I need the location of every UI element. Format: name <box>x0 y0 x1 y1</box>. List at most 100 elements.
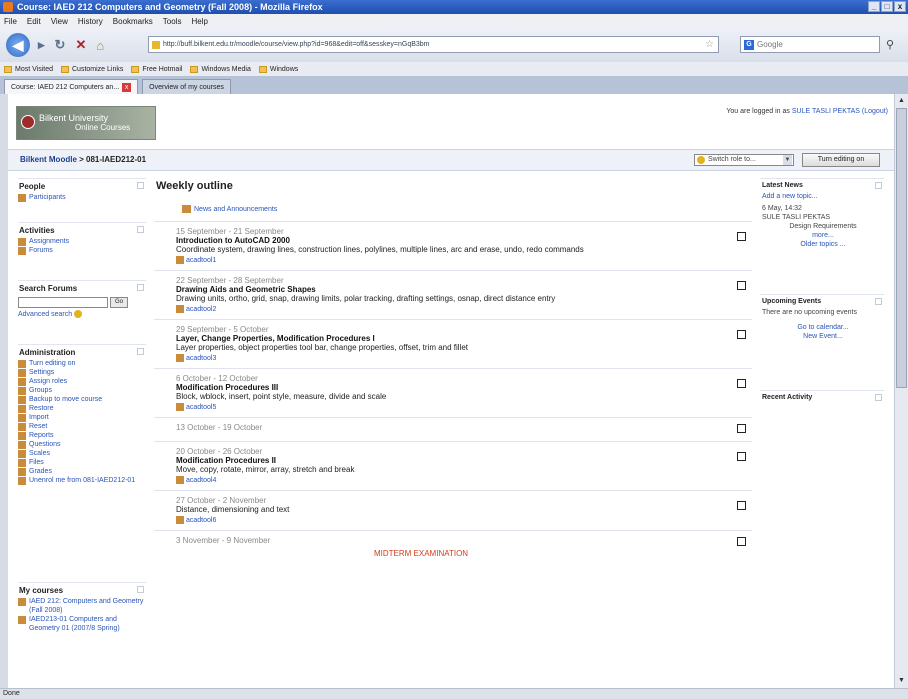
admin-groups[interactable]: Groups <box>18 386 146 395</box>
admin-files[interactable]: Files <box>18 458 146 467</box>
more-link[interactable]: more... <box>760 231 884 240</box>
forums-link[interactable]: Forums <box>18 246 146 255</box>
tab-overview[interactable]: Overview of my courses <box>142 79 231 94</box>
switch-role-select[interactable]: Switch role to... ▼ <box>694 154 794 166</box>
collapse-icon[interactable] <box>137 348 144 355</box>
assignments-link[interactable]: Assignments <box>18 237 146 246</box>
show-week-checkbox[interactable] <box>737 232 746 241</box>
forum-search-go-button[interactable]: Go <box>110 297 128 308</box>
admin-backup[interactable]: Backup to move course <box>18 395 146 404</box>
restore-icon <box>18 405 26 413</box>
tab-course[interactable]: Course: IAED 212 Computers an... x <box>4 79 139 94</box>
admin-grades[interactable]: Grades <box>18 467 146 476</box>
search-box[interactable]: G Google <box>740 36 880 53</box>
admin-turn-editing[interactable]: Turn editing on <box>18 359 146 368</box>
bookmark-item[interactable]: Windows Media <box>190 65 251 73</box>
admin-reset[interactable]: Reset <box>18 422 146 431</box>
collapse-icon[interactable] <box>875 298 882 305</box>
breadcrumb-home[interactable]: Bilkent Moodle <box>20 155 77 164</box>
groups-icon <box>18 387 26 395</box>
collapse-icon[interactable] <box>137 226 144 233</box>
bookmark-item[interactable]: Free Hotmail <box>131 65 182 73</box>
bookmarks-toolbar: Most Visited Customize Links Free Hotmai… <box>0 62 908 76</box>
resource-link[interactable]: acadtool4 <box>176 476 748 484</box>
google-icon: G <box>744 40 754 50</box>
backup-icon <box>18 396 26 404</box>
collapse-icon[interactable] <box>137 586 144 593</box>
show-week-checkbox[interactable] <box>737 379 746 388</box>
grades-icon <box>18 468 26 476</box>
bookmark-item[interactable]: Windows <box>258 65 298 73</box>
bookmark-item[interactable]: Customize Links <box>61 65 123 73</box>
minimize-button[interactable]: _ <box>868 1 880 12</box>
stop-button[interactable]: ✕ <box>75 37 86 53</box>
show-week-checkbox[interactable] <box>737 452 746 461</box>
menu-bookmarks[interactable]: Bookmarks <box>113 17 153 26</box>
home-button[interactable]: ⌂ <box>96 38 104 53</box>
collapse-icon[interactable] <box>137 182 144 189</box>
course-link[interactable]: IAED213-01 Computers and Geometry 01 (20… <box>18 615 146 633</box>
admin-unenrol[interactable]: Unenrol me from 081-IAED212-01 <box>18 476 146 485</box>
menu-help[interactable]: Help <box>191 17 207 26</box>
menu-file[interactable]: File <box>4 17 17 26</box>
show-week-checkbox[interactable] <box>737 330 746 339</box>
forward-button[interactable]: ▸ <box>38 37 45 53</box>
user-link[interactable]: SULE TASLI PEKTAS <box>792 108 860 115</box>
menu-history[interactable]: History <box>78 17 103 26</box>
participants-link[interactable]: Participants <box>18 193 146 202</box>
resource-link[interactable]: acadtool3 <box>176 354 748 362</box>
older-topics-link[interactable]: Older topics ... <box>760 240 884 253</box>
block-title: Search Forums <box>19 284 78 293</box>
show-week-checkbox[interactable] <box>737 281 746 290</box>
menu-tools[interactable]: Tools <box>163 17 182 26</box>
page-title: Weekly outline <box>156 180 233 192</box>
menu-view[interactable]: View <box>51 17 68 26</box>
show-week-checkbox[interactable] <box>737 424 746 433</box>
admin-assign-roles[interactable]: Assign roles <box>18 377 146 386</box>
menu-edit[interactable]: Edit <box>27 17 41 26</box>
admin-reports[interactable]: Reports <box>18 431 146 440</box>
turn-editing-on-button[interactable]: Turn editing on <box>802 153 880 167</box>
resource-link[interactable]: acadtool6 <box>176 516 748 524</box>
reload-button[interactable]: ↻ <box>55 37 66 53</box>
scroll-up-icon[interactable]: ▲ <box>896 95 907 107</box>
scroll-thumb[interactable] <box>896 108 907 388</box>
collapse-icon[interactable] <box>875 182 882 189</box>
calendar-link[interactable]: Go to calendar... <box>760 323 884 332</box>
admin-import[interactable]: Import <box>18 413 146 422</box>
site-logo[interactable]: Bilkent University Online Courses <box>16 106 156 140</box>
bookmark-star-icon[interactable]: ☆ <box>705 39 714 50</box>
scroll-down-icon[interactable]: ▼ <box>896 675 907 687</box>
collapse-icon[interactable] <box>875 394 882 401</box>
vertical-scrollbar[interactable]: ▲ ▼ <box>894 94 908 688</box>
admin-restore[interactable]: Restore <box>18 404 146 413</box>
collapse-icon[interactable] <box>137 284 144 291</box>
resource-link[interactable]: acadtool1 <box>176 256 748 264</box>
admin-questions[interactable]: Questions <box>18 440 146 449</box>
news-forum-link[interactable]: News and Announcements <box>182 205 748 213</box>
show-week-checkbox[interactable] <box>737 537 746 546</box>
admin-scales[interactable]: Scales <box>18 449 146 458</box>
address-bar[interactable]: http://buff.bilkent.edu.tr/moodle/course… <box>148 36 719 53</box>
admin-settings[interactable]: Settings <box>18 368 146 377</box>
help-icon[interactable] <box>697 156 705 164</box>
show-week-checkbox[interactable] <box>737 501 746 510</box>
close-button[interactable]: x <box>894 1 906 12</box>
advanced-search-link[interactable]: Advanced search <box>18 310 146 318</box>
course-link[interactable]: IAED 212: Computers and Geometry (Fall 2… <box>18 597 146 615</box>
new-event-link[interactable]: New Event... <box>760 332 884 347</box>
logout-link[interactable]: (Logout) <box>862 108 888 115</box>
search-go-icon[interactable]: ⚲ <box>886 38 894 51</box>
back-button[interactable]: ◀ <box>6 33 30 57</box>
week-section: 27 October - 2 November Distance, dimens… <box>154 490 752 530</box>
firefox-icon <box>3 2 13 12</box>
close-tab-icon[interactable]: x <box>122 82 132 92</box>
week-summary: Layer properties, object properties tool… <box>176 343 469 352</box>
resource-link[interactable]: acadtool2 <box>176 305 748 313</box>
bookmark-item[interactable]: Most Visited <box>4 65 53 73</box>
add-topic-link[interactable]: Add a new topic... <box>760 192 884 201</box>
maximize-button[interactable]: □ <box>881 1 893 12</box>
week-dates: 22 September - 28 September <box>176 276 284 285</box>
resource-link[interactable]: acadtool5 <box>176 403 748 411</box>
forum-search-input[interactable] <box>18 297 108 308</box>
